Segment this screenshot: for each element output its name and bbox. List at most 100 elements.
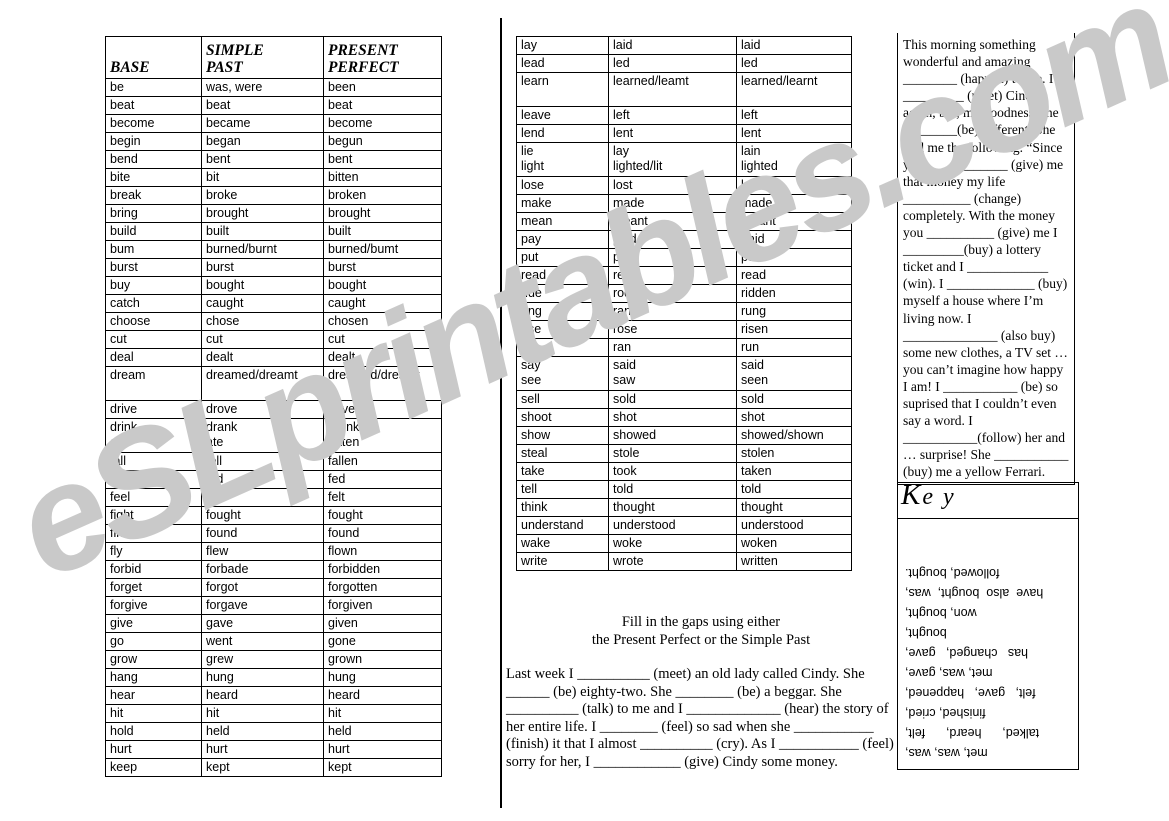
verb-perfect-cell: thought — [736, 498, 852, 517]
table-row: sell sold sold — [516, 390, 852, 409]
verb-past-cell: built — [201, 222, 324, 241]
irregular-verbs-table-left: BASE SIMPLE PAST PRESENT PERFECT be was, … — [105, 36, 442, 777]
verb-past-cell: bought — [201, 276, 324, 295]
verb-base-cell: break — [105, 186, 202, 205]
verb-past-cell: lost — [608, 176, 737, 195]
verb-past-cell: put — [608, 248, 737, 267]
verb-past-cell: ran — [608, 338, 737, 357]
key-answers-upside-down: met, was, was, talked, heard, felt, finish… — [897, 518, 1079, 770]
verb-base-cell: wake — [516, 534, 609, 553]
verb-perfect-cell: drunk eaten — [323, 418, 442, 453]
verb-past-cell: fell — [201, 452, 324, 471]
table-row: mean meant meant — [516, 212, 852, 231]
verb-base-cell: tell — [516, 480, 609, 499]
column-header-present-perfect: PRESENT PERFECT — [323, 36, 442, 79]
verb-past-cell: hit — [201, 704, 324, 723]
verb-base-cell: lose — [516, 176, 609, 195]
table-row: feed fed fed — [105, 470, 442, 489]
key-answer-line: felt, gave, happened, — [905, 686, 1036, 700]
verb-base-cell: drink eat — [105, 418, 202, 453]
verb-past-cell: found — [201, 524, 324, 543]
fill-gaps-exercise: Fill in the gaps using either the Presen… — [506, 614, 896, 771]
table-row: ride rode ridden — [516, 284, 852, 303]
exercise-body-text: Last week I __________ (meet) an old lad… — [506, 666, 894, 770]
verb-perfect-cell: stolen — [736, 444, 852, 463]
verb-past-cell: went — [201, 632, 324, 651]
verb-base-cell: ride — [516, 284, 609, 303]
key-answer-line: talked, heard, felt, — [905, 726, 1040, 740]
verb-perfect-cell: bought — [323, 276, 442, 295]
verb-perfect-cell: fallen — [323, 452, 442, 471]
verb-perfect-cell: meant — [736, 212, 852, 231]
verb-past-cell: forgot — [201, 578, 324, 597]
table-row: lie light lay lighted/lit lain lighted — [516, 142, 852, 177]
table-row: dream dreamed/dreamt dreamed/dreamt — [105, 366, 442, 401]
table-row: grow grew grown — [105, 650, 442, 669]
narrative-passage: This morning something wonderful and ama… — [897, 33, 1075, 486]
verb-past-cell: bit — [201, 168, 324, 187]
verb-base-cell: grow — [105, 650, 202, 669]
verb-perfect-cell: laid — [736, 36, 852, 55]
verb-base-cell: hurt — [105, 740, 202, 759]
verb-perfect-cell: felt — [323, 488, 442, 507]
verb-base-cell: show — [516, 426, 609, 445]
verb-past-cell: said saw — [608, 356, 737, 391]
verb-past-cell: brought — [201, 204, 324, 223]
verb-base-cell: bend — [105, 150, 202, 169]
table-row: fall fell fallen — [105, 452, 442, 471]
verb-past-cell: hurt — [201, 740, 324, 759]
verb-past-cell: broke — [201, 186, 324, 205]
header-simple-line2: PAST — [206, 59, 243, 76]
column-header-base: BASE — [105, 36, 202, 79]
verb-base-cell: mean — [516, 212, 609, 231]
verb-past-cell: fed — [201, 470, 324, 489]
verb-base-cell: beat — [105, 96, 202, 115]
verb-base-cell: lead — [516, 54, 609, 73]
verb-perfect-cell: sold — [736, 390, 852, 409]
irregular-verbs-table-right: lay laid laid lead led led learn learned/leamt l… — [516, 36, 852, 571]
verb-past-cell: left — [608, 106, 737, 125]
table-row: begin began begun — [105, 132, 442, 151]
verb-base-cell: bum — [105, 240, 202, 259]
verb-past-cell: burned/burnt — [201, 240, 324, 259]
table-row: choose chose chosen — [105, 312, 442, 331]
table-row: hold held held — [105, 722, 442, 741]
key-title-initial: K — [901, 479, 923, 511]
table-row: lose lost lost — [516, 176, 852, 195]
verb-past-cell: fought — [201, 506, 324, 525]
verb-perfect-cell: showed/shown — [736, 426, 852, 445]
verb-past-cell: chose — [201, 312, 324, 331]
table-row: drink eat drank ate drunk eaten — [105, 418, 442, 453]
verb-perfect-cell: hung — [323, 668, 442, 687]
verb-past-cell: caught — [201, 294, 324, 313]
verb-past-cell: forgave — [201, 596, 324, 615]
header-perfect-line2: PERFECT — [328, 59, 399, 76]
verb-base-cell: learn — [516, 72, 609, 107]
verb-perfect-cell: lent — [736, 124, 852, 143]
verb-past-cell: flew — [201, 542, 324, 561]
key-answer-line: won, bought, — [905, 606, 977, 620]
table-row: build built built — [105, 222, 442, 241]
verb-past-cell: forbade — [201, 560, 324, 579]
verb-perfect-cell: said seen — [736, 356, 852, 391]
table-row: deal dealt dealt — [105, 348, 442, 367]
verb-base-cell: cut — [105, 330, 202, 349]
table-row: keep kept kept — [105, 758, 442, 777]
verb-base-cell: bite — [105, 168, 202, 187]
verb-past-cell: dealt — [201, 348, 324, 367]
table-row: lay laid laid — [516, 36, 852, 55]
table-row: write wrote written — [516, 552, 852, 571]
verb-base-cell: find — [105, 524, 202, 543]
verb-perfect-cell: caught — [323, 294, 442, 313]
verb-past-cell: dreamed/dreamt — [201, 366, 324, 401]
verb-perfect-cell: heard — [323, 686, 442, 705]
verb-perfect-cell: written — [736, 552, 852, 571]
verb-perfect-cell: put — [736, 248, 852, 267]
verb-perfect-cell: begun — [323, 132, 442, 151]
table-row: drive drove driven — [105, 400, 442, 419]
table-row: beat beat beat — [105, 96, 442, 115]
verb-perfect-cell: held — [323, 722, 442, 741]
table-row: buy bought bought — [105, 276, 442, 295]
verb-base-cell: deal — [105, 348, 202, 367]
verb-past-cell: stole — [608, 444, 737, 463]
